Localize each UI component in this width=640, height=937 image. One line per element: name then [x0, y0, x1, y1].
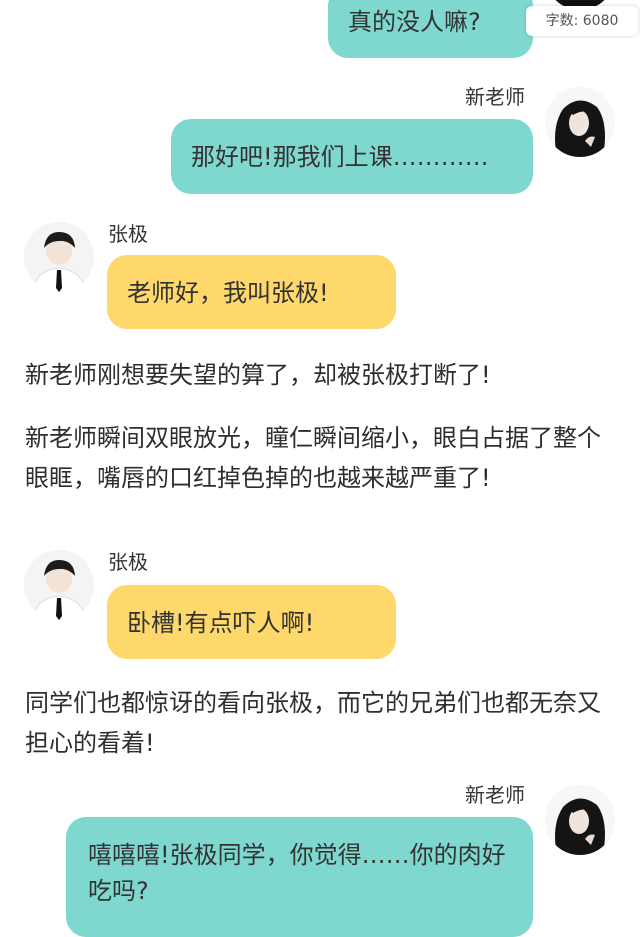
speaker-name: 新老师 [465, 85, 525, 109]
student-message-bubble: 老师好，我叫张极! [107, 255, 396, 329]
teacher-message-bubble: 真的没人嘛? [328, 0, 533, 58]
teacher-avatar [545, 87, 615, 157]
speaker-name: 张极 [108, 222, 148, 246]
speaker-name: 新老师 [465, 783, 525, 807]
student-avatar-icon [24, 222, 94, 292]
teacher-avatar-icon [545, 785, 615, 855]
message-text: 老师好，我叫张极! [127, 279, 329, 307]
teacher-avatar [545, 785, 615, 855]
teacher-avatar-icon [545, 87, 615, 157]
speaker-name: 张极 [108, 550, 148, 574]
narration-text: 新老师刚想要失望的算了，却被张极打断了! [25, 361, 491, 389]
message-text: 嘻嘻嘻!张极同学，你觉得……你的肉好吃吗? [88, 841, 506, 905]
teacher-message-bubble: 嘻嘻嘻!张极同学，你觉得……你的肉好吃吗? [66, 817, 533, 937]
message-text: 卧槽!有点吓人啊! [127, 609, 315, 637]
student-avatar-icon [24, 550, 94, 620]
student-avatar [24, 222, 94, 292]
teacher-message-bubble: 那好吧!那我们上课………… [171, 119, 533, 194]
message-text: 真的没人嘛? [348, 8, 481, 36]
student-avatar [24, 550, 94, 620]
word-count-badge: 字数: 6080 [526, 6, 638, 36]
narration-text: 同学们也都惊讶的看向张极，而它的兄弟们也都无奈又担心的看着! [25, 689, 601, 757]
narration-text: 新老师瞬间双眼放光，瞳仁瞬间缩小，眼白占据了整个眼眶，嘴唇的口红掉色掉的也越来越… [25, 424, 601, 492]
message-text: 那好吧!那我们上课………… [191, 143, 489, 171]
student-message-bubble: 卧槽!有点吓人啊! [107, 585, 396, 659]
